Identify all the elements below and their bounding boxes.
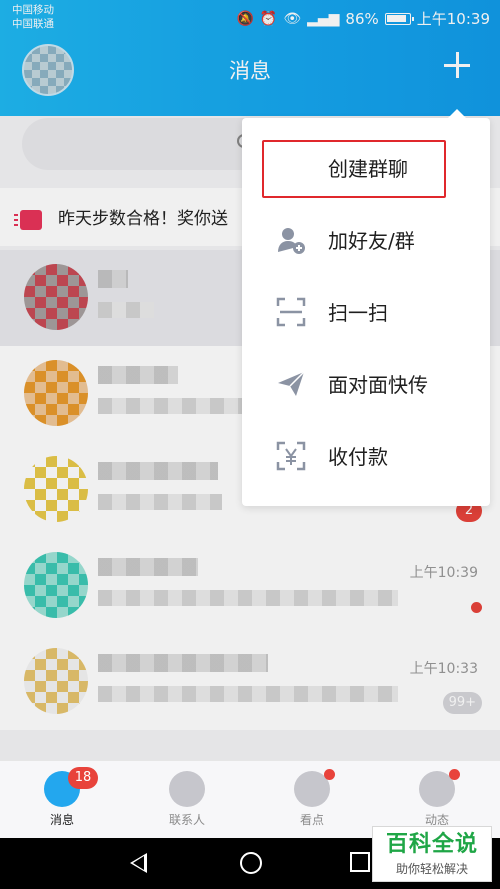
tab-dot bbox=[324, 769, 335, 780]
scan-icon bbox=[276, 297, 306, 327]
carrier-info: 中国移动 中国联通 bbox=[12, 3, 54, 31]
message-time: 上午10:33 bbox=[409, 661, 478, 677]
avatar bbox=[24, 648, 88, 714]
contact-name-blurred bbox=[98, 462, 218, 480]
eye-icon: 👁 bbox=[283, 10, 302, 27]
unread-dot bbox=[471, 602, 482, 613]
avatar bbox=[24, 456, 88, 522]
avatar bbox=[24, 552, 88, 618]
avatar bbox=[24, 360, 88, 426]
message-preview-blurred bbox=[98, 686, 398, 702]
message-preview-blurred bbox=[98, 302, 154, 318]
plus-icon[interactable] bbox=[440, 48, 474, 82]
tab-messages[interactable]: 消息 18 bbox=[22, 767, 102, 828]
page-title: 消息 bbox=[229, 59, 271, 83]
message-preview-blurred bbox=[98, 590, 398, 606]
home-icon[interactable] bbox=[240, 852, 262, 874]
unread-badge: 99+ bbox=[442, 692, 482, 714]
mute-icon: 🔕 bbox=[236, 10, 254, 27]
plus-dropdown-menu: 创建群聊 加好友/群 扫一扫 面对面快传 收付款 bbox=[242, 109, 490, 506]
list-item[interactable]: 上午10:33 99+ bbox=[0, 634, 500, 730]
carrier-1: 中国移动 bbox=[12, 4, 54, 16]
tab-dot bbox=[449, 769, 460, 780]
message-preview-blurred bbox=[98, 494, 222, 510]
menu-item-create-group[interactable]: 创建群聊 bbox=[242, 131, 490, 203]
message-preview-blurred bbox=[98, 398, 258, 414]
tab-badge: 18 bbox=[68, 767, 98, 789]
signal-icon: ▂▄▆ bbox=[307, 10, 340, 27]
tab-contacts[interactable]: 联系人 bbox=[147, 771, 227, 828]
status-icons: 🔕 ⏰ 👁 ▂▄▆ 86% 上午10:39 bbox=[236, 8, 490, 29]
contact-name-blurred bbox=[98, 270, 128, 288]
battery-percent: 86% bbox=[345, 9, 379, 28]
recent-apps-icon[interactable] bbox=[350, 852, 370, 872]
alarm-icon: ⏰ bbox=[259, 10, 278, 27]
top-header: 中国移动 中国联通 🔕 ⏰ 👁 ▂▄▆ 86% 上午10:39 消息 bbox=[0, 0, 500, 116]
menu-item-add-friend[interactable]: 加好友/群 bbox=[242, 203, 490, 275]
group-chat-plus-icon bbox=[276, 153, 306, 183]
tab-feeds[interactable]: 动态 bbox=[397, 769, 477, 828]
watermark-logo: 百科全说 助你轻松解决 bbox=[372, 826, 492, 882]
contact-name-blurred bbox=[98, 654, 268, 672]
battery-icon bbox=[384, 12, 414, 25]
payment-scan-icon bbox=[276, 441, 306, 471]
message-time: 上午10:39 bbox=[409, 565, 478, 581]
banner-text: 昨天步数合格！奖你送 bbox=[58, 209, 228, 229]
status-bar: 中国移动 中国联通 🔕 ⏰ 👁 ▂▄▆ 86% 上午10:39 bbox=[0, 0, 500, 36]
red-packet-icon bbox=[14, 210, 42, 230]
carrier-2: 中国联通 bbox=[12, 18, 54, 30]
list-item[interactable]: 上午10:39 bbox=[0, 538, 500, 634]
add-friend-icon bbox=[276, 225, 306, 255]
avatar bbox=[24, 264, 88, 330]
paper-plane-icon bbox=[276, 369, 306, 399]
contact-name-blurred bbox=[98, 366, 178, 384]
menu-item-scan[interactable]: 扫一扫 bbox=[242, 275, 490, 347]
menu-item-face-transfer[interactable]: 面对面快传 bbox=[242, 347, 490, 419]
back-icon[interactable] bbox=[130, 853, 147, 873]
contact-name-blurred bbox=[98, 558, 198, 576]
tab-kandian[interactable]: 看点 bbox=[272, 769, 352, 828]
status-time: 上午10:39 bbox=[416, 10, 490, 28]
menu-item-payment[interactable]: 收付款 bbox=[242, 419, 490, 491]
contacts-icon bbox=[169, 771, 205, 807]
